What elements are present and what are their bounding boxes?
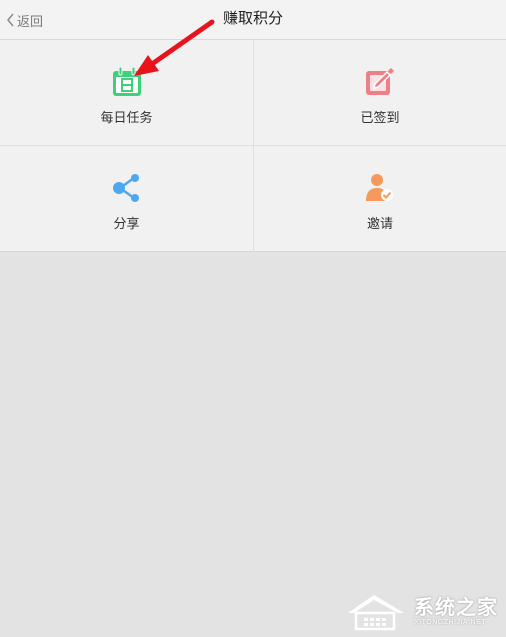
daily-tasks-tile[interactable]: 每日任务 bbox=[0, 40, 254, 146]
top-bar: 返回 赚取积分 bbox=[0, 0, 506, 40]
share-tile[interactable]: 分享 bbox=[0, 146, 254, 252]
page-title: 赚取积分 bbox=[222, 10, 283, 27]
action-grid: 每日任务 已签到 分享 邀请 bbox=[0, 40, 506, 252]
watermark-text: 系统之家 bbox=[414, 596, 498, 619]
house-logo-icon bbox=[348, 595, 404, 631]
daily-tasks-label: 每日任务 bbox=[100, 110, 153, 125]
edit-icon bbox=[363, 65, 397, 99]
watermark: 系统之家 XITONGZHIJIA.NET bbox=[344, 591, 498, 631]
invite-tile[interactable]: 邀请 bbox=[254, 146, 506, 252]
invite-label: 邀请 bbox=[366, 216, 393, 231]
calendar-icon bbox=[110, 65, 144, 99]
invite-user-icon bbox=[363, 171, 397, 205]
chevron-left-icon bbox=[6, 13, 15, 27]
share-label: 分享 bbox=[113, 216, 140, 231]
signed-in-label: 已签到 bbox=[360, 110, 400, 125]
back-button[interactable]: 返回 bbox=[6, 0, 43, 40]
share-icon bbox=[110, 171, 144, 205]
watermark-subtext: XITONGZHIJIA.NET bbox=[414, 618, 487, 626]
signed-in-tile[interactable]: 已签到 bbox=[254, 40, 506, 146]
back-label: 返回 bbox=[17, 13, 44, 29]
